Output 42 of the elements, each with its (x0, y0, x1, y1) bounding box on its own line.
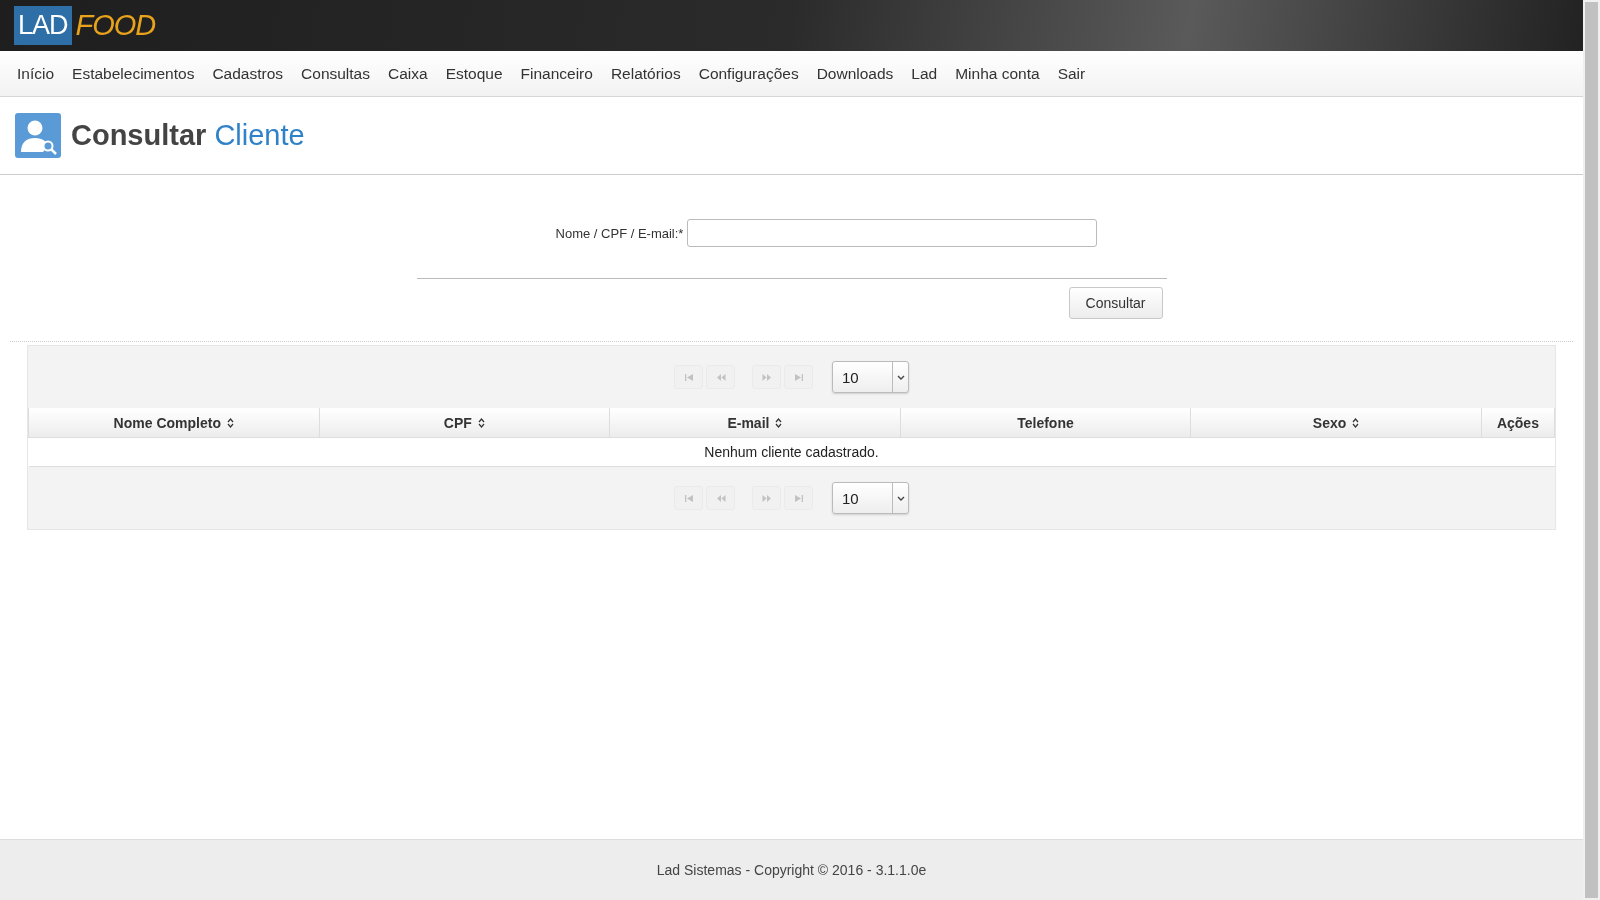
nav-link[interactable]: Consultas (292, 64, 379, 83)
nav-link[interactable]: Financeiro (511, 64, 602, 83)
chevron-down-icon (896, 374, 905, 380)
next-page-icon (761, 373, 772, 381)
column-header[interactable]: E-mail (609, 408, 901, 438)
column-header[interactable]: Ações (1481, 408, 1555, 438)
field-label: Nome / CPF / E-mail:* (555, 225, 684, 241)
sort-icon (775, 417, 783, 428)
nav-link[interactable]: Sair (1048, 64, 1095, 83)
page-title: Consultar Cliente (71, 119, 305, 152)
sort-icon (226, 417, 234, 428)
nav-link[interactable]: Caixa (379, 64, 437, 83)
nav-link[interactable]: Minha conta (946, 64, 1049, 83)
nav-link[interactable]: Downloads (807, 64, 903, 83)
next-page-icon (761, 494, 772, 502)
nav-link[interactable]: Lad (902, 64, 947, 83)
nav-link[interactable]: Configurações (689, 64, 808, 83)
nav-link[interactable]: Relatórios (601, 64, 690, 83)
previous-page-icon (715, 494, 726, 502)
user-search-icon (15, 113, 61, 158)
first-page-icon (683, 494, 694, 502)
column-header[interactable]: CPF (319, 408, 610, 438)
last-page-icon (793, 373, 804, 381)
footer-text: Lad Sistemas - Copyright © 2016 - 3.1.1.0e (656, 862, 927, 878)
last-page-icon (793, 494, 804, 502)
column-header[interactable]: Telefone (900, 408, 1191, 438)
previous-page-icon (715, 373, 726, 381)
search-button[interactable]: Consultar (1068, 287, 1163, 319)
nav-link[interactable]: Estoque (436, 64, 512, 83)
sort-icon (1352, 417, 1360, 428)
column-header[interactable]: Sexo (1190, 408, 1482, 438)
first-page-icon (683, 373, 694, 381)
nav-link[interactable]: Cadastros (203, 64, 293, 83)
column-header[interactable]: Nome Completo (28, 408, 320, 438)
empty-message: Nenhum cliente cadastrado. (28, 437, 1555, 467)
nav-link[interactable]: Início (8, 64, 64, 83)
sort-icon (477, 417, 485, 428)
chevron-down-icon (896, 495, 905, 501)
search-field[interactable] (687, 219, 1098, 247)
app-logo: LAD FOOD (14, 6, 156, 45)
scrollbar[interactable] (1583, 0, 1600, 900)
nav-link[interactable]: Estabelecimentos (63, 64, 204, 83)
